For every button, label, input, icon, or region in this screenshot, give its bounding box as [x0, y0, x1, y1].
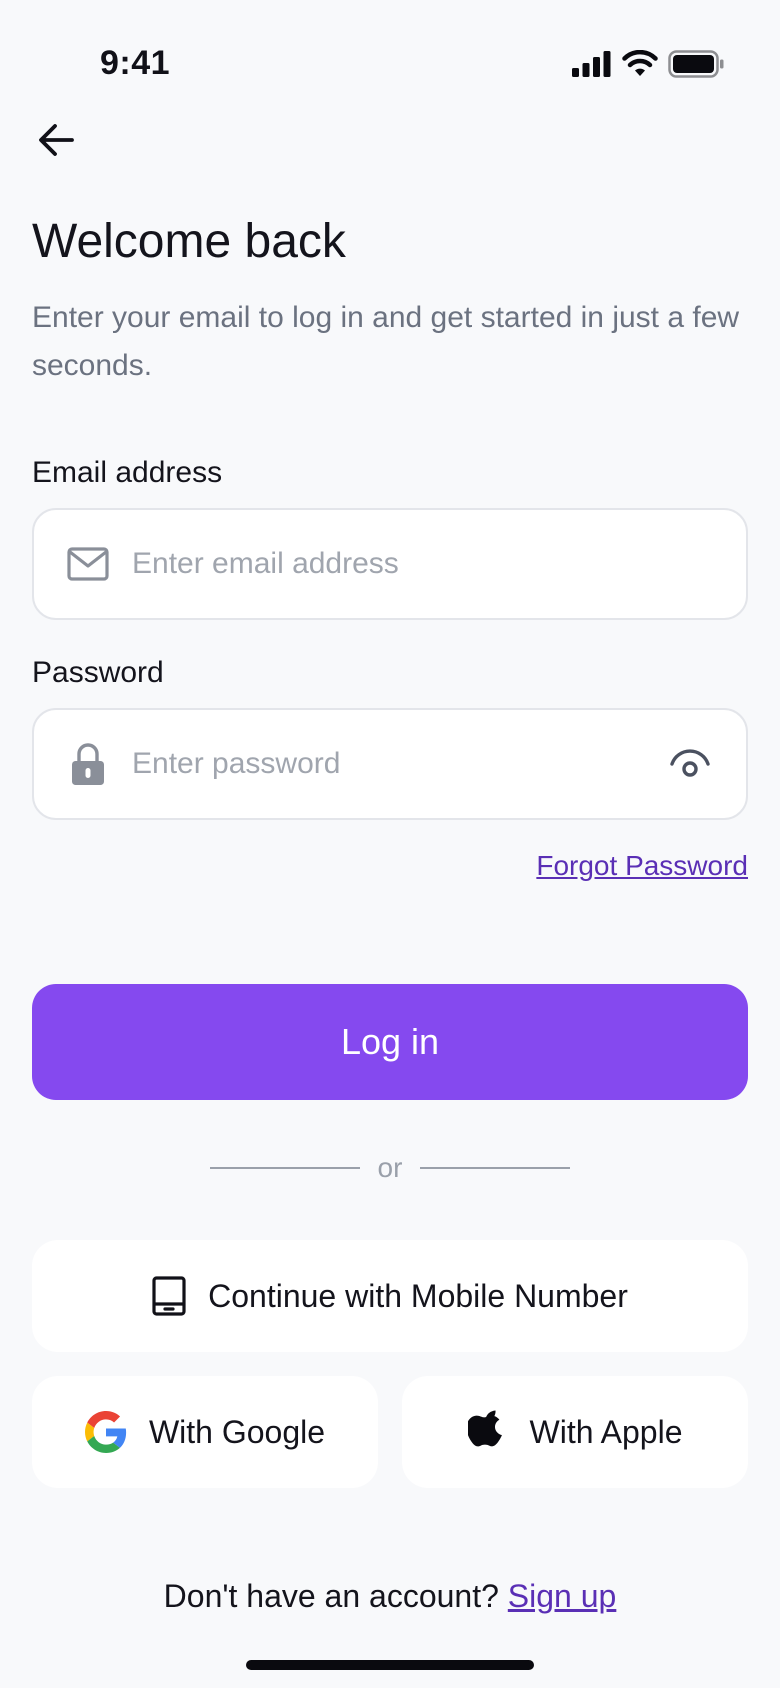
toggle-password-visibility-button[interactable] — [666, 740, 714, 788]
email-field-container[interactable] — [32, 508, 748, 620]
apple-label: With Apple — [529, 1413, 683, 1450]
back-button[interactable] — [32, 116, 80, 164]
battery-icon — [668, 50, 724, 78]
sign-in-with-google-button[interactable]: With Google — [32, 1376, 378, 1488]
google-label: With Google — [148, 1413, 326, 1450]
signup-prompt-row: Don't have an account? Sign up — [0, 1578, 780, 1615]
arrow-left-icon — [39, 124, 74, 156]
page-title: Welcome back — [32, 215, 346, 268]
forgot-password-link[interactable]: Forgot Password — [536, 850, 748, 882]
password-input[interactable] — [132, 747, 666, 781]
signup-prompt-text: Don't have an account? — [163, 1578, 508, 1614]
mobile-phone-icon — [152, 1276, 186, 1316]
password-field-container[interactable] — [32, 708, 748, 820]
login-button[interactable]: Log in — [32, 984, 748, 1100]
email-label: Email address — [32, 456, 223, 489]
divider-line-left — [210, 1167, 360, 1169]
cellular-signal-icon — [572, 51, 611, 77]
login-screen: 9:41 Welcome back Enter your email to lo… — [0, 0, 780, 1688]
mail-icon — [66, 542, 110, 586]
page-subtitle: Enter your email to log in and get start… — [32, 301, 740, 382]
continue-with-mobile-label: Continue with Mobile Number — [208, 1277, 628, 1314]
password-label: Password — [32, 656, 164, 689]
apple-logo-icon — [467, 1410, 502, 1447]
google-logo-icon — [84, 1411, 127, 1453]
status-icons — [572, 50, 724, 78]
divider-text: or — [377, 1152, 403, 1183]
email-input[interactable] — [132, 547, 714, 581]
sign-in-with-apple-button[interactable]: With Apple — [402, 1376, 748, 1488]
lock-icon — [66, 742, 110, 786]
continue-with-mobile-button[interactable]: Continue with Mobile Number — [32, 1240, 748, 1352]
signup-link[interactable]: Sign up — [508, 1578, 617, 1614]
home-indicator — [246, 1660, 534, 1670]
divider-line-right — [420, 1167, 570, 1169]
eye-icon — [670, 749, 710, 777]
status-time: 9:41 — [100, 44, 171, 82]
wifi-icon — [622, 50, 658, 76]
or-divider: or — [210, 1152, 570, 1184]
